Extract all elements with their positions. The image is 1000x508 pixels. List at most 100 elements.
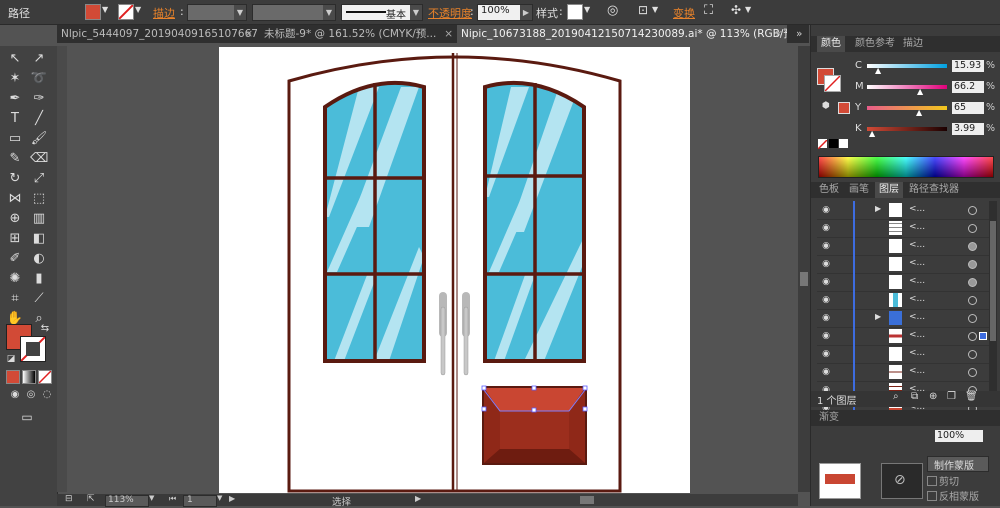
door-artwork[interactable]: [219, 47, 690, 493]
next-artboard-icon[interactable]: ▶: [229, 494, 235, 503]
chevron-down-icon[interactable]: ▼: [217, 494, 222, 502]
visibility-eye-icon[interactable]: ◉: [821, 349, 831, 359]
invert-mask-checkbox[interactable]: [927, 491, 937, 501]
target-circle[interactable]: [968, 224, 977, 233]
recolor-artwork-icon[interactable]: ◎: [607, 3, 618, 18]
black-slider[interactable]: [867, 127, 947, 131]
tab-color[interactable]: 颜色: [817, 36, 845, 52]
tab-gradient[interactable]: 渐变: [815, 410, 843, 426]
gradient-tool-icon[interactable]: ◧: [30, 230, 48, 248]
close-icon[interactable]: ×: [244, 25, 253, 43]
target-circle[interactable]: [968, 368, 977, 377]
page-field[interactable]: 1: [183, 495, 217, 507]
slider-marker-icon[interactable]: ▲: [916, 108, 922, 117]
expand-arrow-icon[interactable]: ▶: [875, 312, 881, 321]
export-icon[interactable]: ⇱: [87, 494, 95, 504]
eraser-tool-icon[interactable]: ⌫: [30, 150, 48, 168]
paintbrush-tool-icon[interactable]: 🖌: [30, 130, 48, 148]
default-colors-icon[interactable]: ◪: [2, 350, 20, 368]
stroke-swatch[interactable]: [118, 4, 134, 20]
color-spectrum[interactable]: [818, 156, 994, 178]
blend-tool-icon[interactable]: ◐: [30, 250, 48, 268]
variable-width-dropdown[interactable]: ▼: [252, 4, 336, 21]
tab-pathfinder[interactable]: 路径查找器: [905, 182, 963, 198]
horizontal-scroll-thumb[interactable]: [580, 496, 594, 504]
rotate-tool-icon[interactable]: ↻: [6, 170, 24, 188]
visibility-eye-icon[interactable]: ◉: [821, 259, 831, 269]
slider-marker-icon[interactable]: ▲: [917, 87, 923, 96]
vertical-scrollbar[interactable]: [798, 46, 810, 492]
target-circle[interactable]: [968, 278, 977, 287]
graphic-style-swatch[interactable]: [567, 4, 583, 20]
visibility-eye-icon[interactable]: ◉: [821, 295, 831, 305]
horizontal-scrollbar[interactable]: [430, 494, 798, 506]
new-layer-icon[interactable]: ❐: [947, 391, 956, 402]
slider-marker-icon[interactable]: ▲: [869, 129, 875, 138]
none-mode-icon[interactable]: [38, 370, 52, 384]
mask-thumbnail[interactable]: ⊘: [881, 463, 923, 499]
doc-tab-active[interactable]: Nipic_10673188_20190412150714230089.ai* …: [457, 25, 787, 43]
target-circle[interactable]: [968, 314, 977, 323]
locate-object-icon[interactable]: ⌕: [893, 391, 899, 402]
stroke-link[interactable]: 描边: [153, 5, 175, 21]
opacity-link[interactable]: 不透明度: [428, 5, 472, 21]
curvature-tool-icon[interactable]: ✑: [30, 90, 48, 108]
make-clipping-mask-icon[interactable]: ⧉: [911, 391, 918, 402]
layer-name[interactable]: <...: [909, 204, 925, 214]
tab-stroke[interactable]: 描边: [899, 36, 927, 52]
pen-tool-icon[interactable]: ✒: [6, 90, 24, 108]
arrange-icon[interactable]: ✣: [731, 3, 741, 17]
yellow-slider[interactable]: [867, 106, 947, 110]
magic-wand-tool-icon[interactable]: ✶: [6, 70, 24, 88]
selection-tool-icon[interactable]: ↖: [6, 50, 24, 68]
shape-builder-tool-icon[interactable]: ⊕: [6, 210, 24, 228]
layer-name[interactable]: <...: [909, 366, 925, 376]
layers-scrollbar[interactable]: [989, 201, 997, 391]
visibility-eye-icon[interactable]: ◉: [821, 367, 831, 377]
align-icon[interactable]: ⊡: [638, 3, 648, 17]
layer-row[interactable]: ◉ <...: [817, 219, 989, 238]
visibility-eye-icon[interactable]: ◉: [821, 241, 831, 251]
layer-name[interactable]: <...: [909, 312, 925, 322]
chevron-right-icon[interactable]: ▶: [520, 5, 532, 20]
stroke-weight-field[interactable]: ▼: [187, 4, 247, 21]
visibility-eye-icon[interactable]: ◉: [821, 205, 831, 215]
rectangle-tool-icon[interactable]: ▭: [6, 130, 24, 148]
target-circle[interactable]: [968, 260, 977, 269]
layer-row[interactable]: ◉ ▶ <...: [817, 309, 989, 328]
tab-brushes[interactable]: 画笔: [845, 182, 873, 198]
doc-tab[interactable]: 未标题-9* @ 161.52% (CMYK/预... ×: [260, 25, 457, 43]
chevron-down-icon[interactable]: ▼: [149, 494, 154, 502]
layer-name[interactable]: <...: [909, 348, 925, 358]
transparency-opacity-field[interactable]: 100%: [935, 430, 983, 442]
layer-row[interactable]: ◉ <...: [817, 273, 989, 292]
tab-swatches[interactable]: 色板: [815, 182, 843, 198]
layers-scroll-thumb[interactable]: [990, 221, 996, 341]
tab-layers[interactable]: 图层: [875, 182, 903, 198]
first-artboard-icon[interactable]: ⏮: [169, 494, 176, 504]
stroke-dropdown-arrow-icon[interactable]: ▼: [135, 5, 141, 14]
cyan-value[interactable]: 15.93: [952, 60, 984, 72]
lasso-tool-icon[interactable]: ➰: [30, 70, 48, 88]
type-tool-icon[interactable]: T: [6, 110, 24, 128]
free-transform-tool-icon[interactable]: ⬚: [30, 190, 48, 208]
chevron-down-icon[interactable]: ▼: [234, 5, 246, 20]
pencil-tool-icon[interactable]: ✎: [6, 150, 24, 168]
object-thumbnail[interactable]: [819, 463, 861, 499]
target-circle[interactable]: [968, 332, 977, 341]
style-dropdown-arrow-icon[interactable]: ▼: [584, 5, 590, 14]
expand-arrow-icon[interactable]: ▶: [875, 204, 881, 213]
make-mask-button[interactable]: 制作蒙版: [927, 456, 989, 472]
layer-row[interactable]: ◉ ▶ <...: [817, 201, 989, 220]
visibility-eye-icon[interactable]: ◉: [821, 277, 831, 287]
layer-name[interactable]: <...: [909, 294, 925, 304]
out-of-gamut-swatch[interactable]: [838, 102, 850, 114]
line-tool-icon[interactable]: ╱: [30, 110, 48, 128]
direct-selection-tool-icon[interactable]: ↗: [30, 50, 48, 68]
draw-inside-icon[interactable]: ◌: [38, 386, 56, 404]
layer-row[interactable]: ◉ <...: [817, 255, 989, 274]
visibility-eye-icon[interactable]: ◉: [821, 223, 831, 233]
layer-name[interactable]: <...: [909, 276, 925, 286]
layer-name[interactable]: <...: [909, 258, 925, 268]
visibility-eye-icon[interactable]: ◉: [821, 331, 831, 341]
